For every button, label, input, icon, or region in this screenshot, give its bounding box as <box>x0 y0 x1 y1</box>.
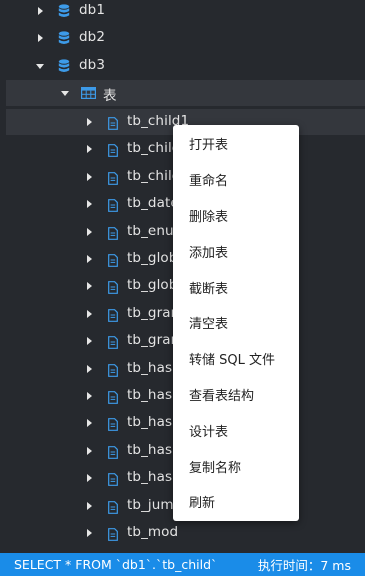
table-file-icon <box>108 307 118 326</box>
table-file-icon <box>108 142 118 161</box>
menu-item-empty-table[interactable]: 清空表 <box>173 305 299 341</box>
tree-item-label: db1 <box>79 2 106 18</box>
chevron-right-icon[interactable] <box>87 282 92 291</box>
table-file-icon <box>108 115 118 134</box>
tree-item-label: tb_chilc <box>127 167 180 184</box>
table-grid-icon <box>81 87 96 99</box>
tree-item-label: tb_glob <box>127 277 178 294</box>
chevron-down-icon[interactable] <box>61 91 69 96</box>
table-file-icon <box>108 444 118 463</box>
tree-item-label: tb_grar <box>127 304 177 321</box>
table-file-icon <box>108 499 118 518</box>
table-file-icon <box>108 170 118 189</box>
table-file-icon <box>108 471 118 490</box>
table-file-icon <box>108 279 118 298</box>
chevron-down-icon[interactable] <box>36 64 44 69</box>
menu-item-view-structure[interactable]: 查看表结构 <box>173 377 299 413</box>
tree-item-label: tb_grar <box>127 332 177 349</box>
chevron-right-icon[interactable] <box>38 34 43 42</box>
table-file-icon <box>108 225 118 244</box>
menu-item-rename[interactable]: 重命名 <box>173 162 299 198</box>
chevron-right-icon[interactable] <box>87 255 92 263</box>
menu-item-dump-sql[interactable]: 转储 SQL 文件 <box>173 341 299 377</box>
tree-item-label: tb_mod <box>127 524 179 540</box>
tree-item-label: tb_chilc <box>127 140 180 157</box>
table-file-icon <box>108 526 118 545</box>
database-icon <box>58 31 70 44</box>
database-icon <box>58 59 70 72</box>
table-file-icon <box>108 362 118 381</box>
chevron-right-icon[interactable] <box>38 7 43 15</box>
tree-item-db1[interactable]: db1 <box>0 0 365 24</box>
chevron-right-icon[interactable] <box>87 337 92 346</box>
table-file-icon <box>108 252 118 271</box>
tree-item-label: tb_date <box>127 195 179 212</box>
app-window: db1 db2 db3 表 tb_child1 tb_chilc tb_chil… <box>0 0 365 576</box>
tree-item-label: tb_glob <box>127 250 178 266</box>
menu-item-delete-table[interactable]: 删除表 <box>173 198 299 234</box>
tree-item-db3[interactable]: db3 <box>0 53 365 79</box>
chevron-right-icon[interactable] <box>87 392 92 400</box>
chevron-right-icon[interactable] <box>87 309 92 318</box>
status-bar: SELECT * FROM `db1`.`tb_child` 执行时间：7 ms <box>0 553 365 576</box>
chevron-right-icon[interactable] <box>87 419 92 428</box>
menu-item-truncate-table[interactable]: 截断表 <box>173 269 299 305</box>
table-file-icon <box>108 197 118 216</box>
chevron-right-icon[interactable] <box>87 227 92 236</box>
table-file-icon <box>108 416 118 435</box>
tree-item-label: db3 <box>79 57 106 73</box>
database-icon <box>58 4 70 17</box>
tree-item-label: tb_enur <box>127 222 180 239</box>
tree-item-label: 表 <box>103 88 117 104</box>
chevron-right-icon[interactable] <box>87 501 92 510</box>
chevron-right-icon[interactable] <box>87 474 92 483</box>
menu-item-open-table[interactable]: 打开表 <box>173 126 299 162</box>
table-file-icon <box>108 389 118 408</box>
chevron-right-icon[interactable] <box>87 200 92 209</box>
menu-item-design-table[interactable]: 设计表 <box>173 412 299 448</box>
tree-item-tables-folder[interactable]: 表 <box>6 80 365 106</box>
chevron-right-icon[interactable] <box>87 145 92 154</box>
chevron-right-icon[interactable] <box>87 529 92 537</box>
status-exec-time: 执行时间：7 ms <box>257 558 351 573</box>
menu-item-copy-name[interactable]: 复制名称 <box>173 448 299 484</box>
context-menu: 打开表 重命名 删除表 添加表 截断表 清空表 转储 SQL 文件 查看表结构 … <box>173 125 299 521</box>
status-query-text: SELECT * FROM `db1`.`tb_child` <box>14 557 218 572</box>
menu-item-refresh[interactable]: 刷新 <box>173 484 299 520</box>
tree-item-table[interactable]: tb_mod <box>0 520 365 546</box>
table-file-icon <box>108 334 118 353</box>
tree-item-label: db2 <box>79 29 106 45</box>
chevron-right-icon[interactable] <box>87 172 92 181</box>
chevron-right-icon[interactable] <box>87 118 92 126</box>
menu-item-add-table[interactable]: 添加表 <box>173 233 299 269</box>
chevron-right-icon[interactable] <box>87 446 92 455</box>
tree-item-db2[interactable]: db2 <box>0 25 365 51</box>
chevron-right-icon[interactable] <box>87 364 92 373</box>
